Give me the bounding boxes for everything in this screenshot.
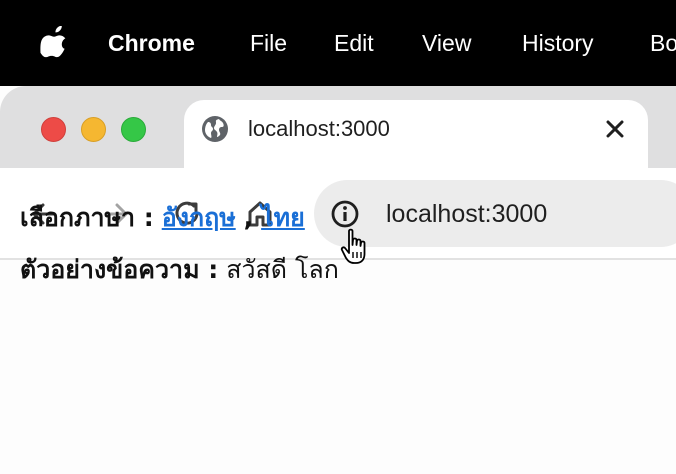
globe-icon: [202, 116, 228, 142]
language-separator: ,: [243, 203, 254, 232]
url-text[interactable]: localhost:3000: [386, 197, 547, 231]
menu-view[interactable]: View: [422, 28, 471, 58]
sample-text-row: ตัวอย่างข้อความ : สวัสดี โลก: [20, 252, 339, 288]
menu-edit[interactable]: Edit: [334, 28, 374, 58]
tab-strip: localhost:3000: [0, 86, 676, 182]
language-selector-row: เลือกภาษา : อังกฤษ , ไทย: [20, 200, 305, 236]
fullscreen-window-button[interactable]: [121, 117, 146, 142]
info-icon[interactable]: [330, 199, 360, 229]
menu-chrome[interactable]: Chrome: [108, 28, 195, 58]
hand-pointer-cursor-icon: [340, 228, 366, 264]
menu-bookmarks[interactable]: Bo: [650, 28, 676, 58]
macos-menu-bar: Chrome File Edit View History Bo: [0, 0, 676, 86]
sample-label: ตัวอย่างข้อความ :: [20, 255, 219, 284]
menu-history[interactable]: History: [522, 28, 594, 58]
apple-icon[interactable]: [40, 26, 70, 58]
sample-text: สวัสดี โลก: [226, 255, 339, 284]
close-icon[interactable]: [602, 116, 628, 142]
thai-language-link[interactable]: ไทย: [261, 203, 305, 232]
menu-file[interactable]: File: [250, 28, 287, 58]
language-label: เลือกภาษา :: [20, 203, 154, 232]
english-language-link[interactable]: อังกฤษ: [162, 203, 236, 232]
tab-title: localhost:3000: [248, 116, 390, 141]
minimize-window-button[interactable]: [81, 117, 106, 142]
close-window-button[interactable]: [41, 117, 66, 142]
